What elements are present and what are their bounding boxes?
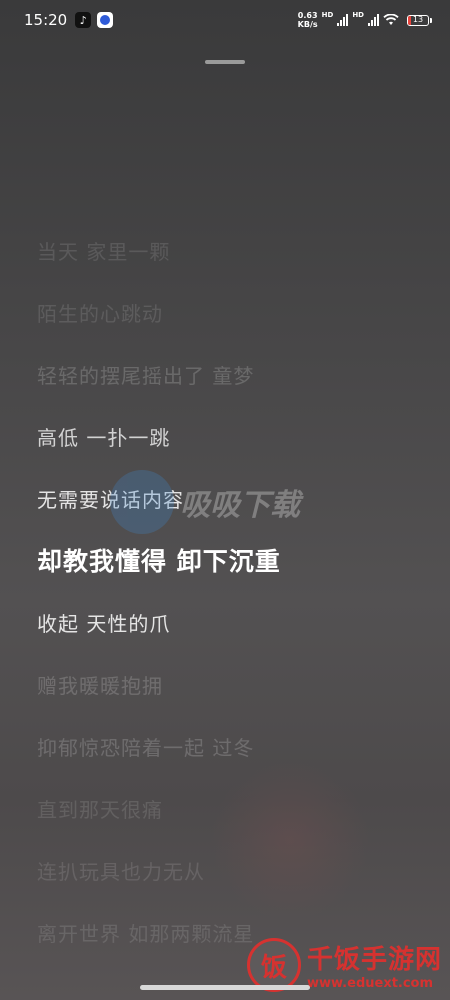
lyrics-list[interactable]: 当天 家里一颗 陌生的心跳动 轻轻的摆尾摇出了 童梦 高低 一扑一跳 无需要说话… [37, 230, 430, 974]
signal-icon-1 [337, 14, 349, 26]
hd-label-1: HD [321, 11, 334, 19]
network-speed-unit: KB/s [297, 20, 318, 29]
signal-icon-2 [368, 14, 379, 26]
status-indicators: 0.63 KB/s HD HD 13 [298, 11, 432, 29]
site-name: 千饭手游网 [306, 945, 442, 975]
home-indicator[interactable] [140, 985, 310, 990]
site-watermark: 饭 千饭手游网 www.eduext.com [246, 938, 442, 992]
battery-level: 13 [412, 14, 424, 24]
site-seal-icon: 饭 [246, 938, 301, 992]
lyric-line[interactable]: 轻轻的摆尾摇出了 童梦 [37, 354, 430, 416]
lyric-line[interactable]: 当天 家里一颗 [37, 230, 430, 292]
lyric-line-current[interactable]: 却教我懂得 卸下沉重 [37, 540, 430, 602]
lyric-line[interactable]: 直到那天很痛 [37, 788, 430, 850]
status-bar: 15:20 ♪ 0.63 KB/s HD HD 13 [0, 0, 450, 40]
lyric-line[interactable]: 高低 一扑一跳 [37, 416, 430, 478]
drag-handle[interactable] [205, 60, 245, 64]
app-circle-icon [97, 12, 114, 28]
lyric-line[interactable]: 抑郁惊恐陪着一起 过冬 [37, 726, 430, 788]
network-speed: 0.63 KB/s [298, 11, 318, 29]
lyric-line[interactable]: 收起 天性的爪 [37, 602, 430, 664]
tiktok-icon: ♪ [75, 12, 92, 28]
site-url: www.eduext.com [306, 976, 434, 991]
lyric-line[interactable]: 连扒玩具也力无从 [37, 850, 430, 912]
wifi-icon [383, 13, 399, 27]
lyric-line[interactable]: 赠我暖暖抱拥 [37, 664, 430, 726]
battery-icon: 13 [407, 14, 432, 26]
status-time: 15:20 [24, 11, 68, 29]
network-speed-value: 0.63 [297, 11, 318, 20]
hd-label-2: HD [352, 11, 364, 19]
lyric-line[interactable]: 陌生的心跳动 [37, 292, 430, 354]
lyric-line[interactable]: 无需要说话内容 [37, 478, 430, 540]
